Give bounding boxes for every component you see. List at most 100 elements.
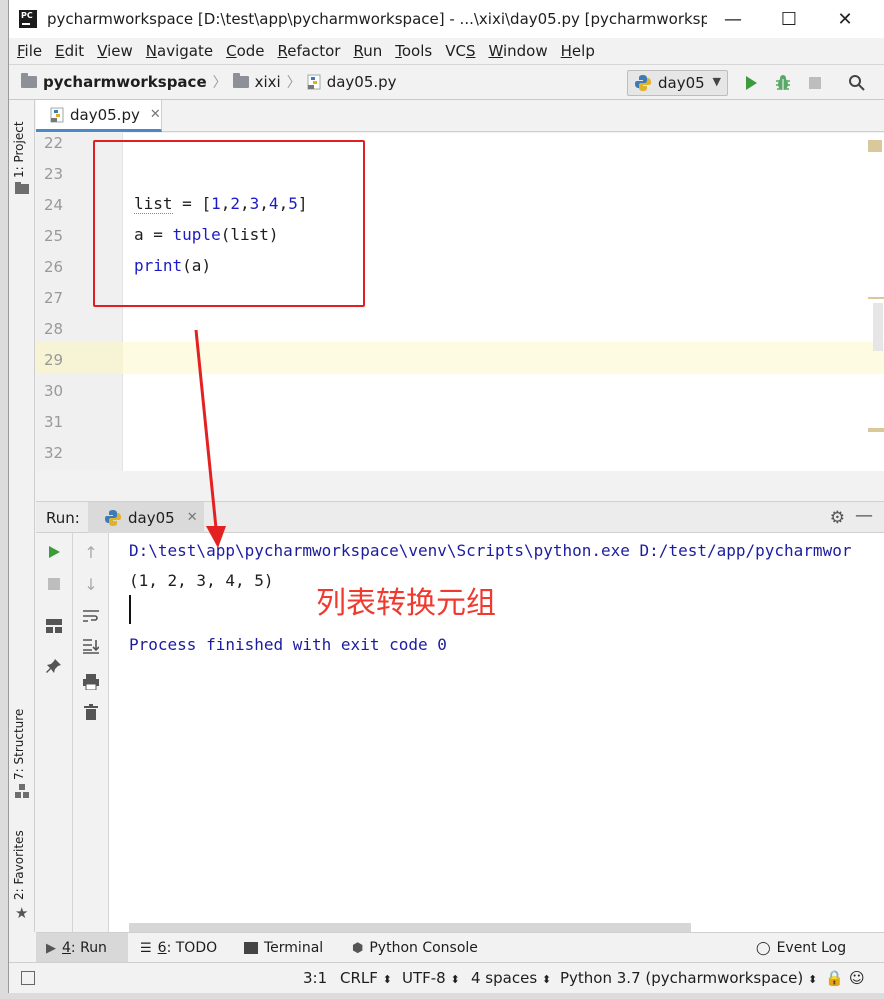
breadcrumb-folder[interactable]: xixi xyxy=(255,73,281,91)
rerun-button[interactable] xyxy=(45,543,63,561)
restore-layout-button[interactable] xyxy=(45,617,63,635)
run-toolbar-primary xyxy=(36,533,73,932)
status-line-separator[interactable]: CRLF ⬍ xyxy=(340,969,392,987)
status-encoding[interactable]: UTF-8 ⬍ xyxy=(402,969,460,987)
minimize-button[interactable]: — xyxy=(705,0,761,38)
bug-icon xyxy=(776,75,790,90)
star-icon: ★ xyxy=(15,904,29,922)
menu-file[interactable]: File xyxy=(17,42,42,60)
structure-tool-tab[interactable]: 7: Structure xyxy=(12,709,26,780)
run-button[interactable] xyxy=(741,73,761,93)
line-number: 29 xyxy=(44,351,64,369)
code-editor[interactable]: 22 23 24 25 26 27 28 29 30 31 32 list = … xyxy=(36,133,884,471)
status-bar: 3:1 CRLF ⬍ UTF-8 ⬍ 4 spaces ⬍ Python 3.7… xyxy=(9,962,884,993)
toggle-tool-windows-icon[interactable] xyxy=(21,971,35,985)
menu-navigate[interactable]: Navigate xyxy=(146,42,213,60)
lock-icon[interactable]: 🔒 xyxy=(825,969,844,987)
stop-icon xyxy=(48,578,60,590)
run-toolbar-secondary: ↑ ↓ xyxy=(73,533,109,932)
soft-wrap-icon[interactable] xyxy=(82,607,100,625)
navigation-bar: pycharmworkspace 〉 xixi 〉 day05.py day05… xyxy=(9,64,884,100)
up-arrow-icon[interactable]: ↑ xyxy=(82,543,100,562)
line-number: 25 xyxy=(44,227,64,245)
scroll-to-end-icon[interactable] xyxy=(82,637,100,655)
run-tool-window-header: Run: day05 ✕ ⚙ — xyxy=(36,501,884,533)
breadcrumb-separator-icon: 〉 xyxy=(286,75,301,91)
project-tool-tab[interactable]: 1: Project xyxy=(12,121,26,178)
run-configuration-select[interactable]: day05 ▼ xyxy=(627,70,728,96)
run-tab-day05[interactable]: day05 ✕ xyxy=(88,502,204,533)
breadcrumb-project[interactable]: pycharmworkspace xyxy=(43,73,207,91)
tool-tab-run[interactable]: ▶ 4: Run xyxy=(36,933,128,963)
maximize-button[interactable]: ☐ xyxy=(761,0,817,38)
line-number: 28 xyxy=(44,320,64,338)
editor-run-splitter[interactable] xyxy=(36,471,884,501)
menu-view[interactable]: View xyxy=(97,42,133,60)
chevron-down-icon: ▼ xyxy=(712,75,721,88)
menu-edit[interactable]: Edit xyxy=(55,42,84,60)
pin-tab-button[interactable] xyxy=(45,657,63,675)
title-bar: PC pycharmworkspace [D:\test\app\pycharm… xyxy=(9,0,884,38)
annotation-label: 列表转换元组 xyxy=(316,586,496,621)
inspector-icon[interactable]: ☺ xyxy=(849,969,865,987)
pin-icon xyxy=(46,659,61,673)
folder-icon xyxy=(232,73,249,88)
close-tab-icon[interactable]: ✕ xyxy=(187,510,198,525)
tool-tab-event-log[interactable]: ◯ Event Log xyxy=(756,933,846,963)
menu-code[interactable]: Code xyxy=(226,42,264,60)
line-number: 27 xyxy=(44,289,64,307)
menu-run[interactable]: Run xyxy=(353,42,382,60)
search-icon xyxy=(849,75,865,91)
editor-tab-day05[interactable]: day05.py ✕ xyxy=(36,100,162,132)
python-icon xyxy=(105,509,121,526)
stop-icon xyxy=(809,77,821,89)
gear-icon[interactable]: ⚙ xyxy=(830,508,845,528)
editor-vertical-scrollbar[interactable] xyxy=(873,303,883,351)
debug-button[interactable] xyxy=(773,73,793,93)
left-tool-strip: 1: Project 7: Structure 2: Favorites ★ xyxy=(9,100,35,932)
terminal-icon xyxy=(244,942,258,954)
line-number: 30 xyxy=(44,382,64,400)
line-number: 22 xyxy=(44,134,64,152)
editor-tab-label: day05.py xyxy=(70,105,140,124)
line-number: 26 xyxy=(44,258,64,276)
search-everywhere-button[interactable] xyxy=(847,73,867,93)
python-icon: ⬢ xyxy=(352,940,364,956)
menu-refactor[interactable]: Refactor xyxy=(278,42,341,60)
down-arrow-icon[interactable]: ↓ xyxy=(82,575,100,594)
project-folder-icon xyxy=(21,73,37,88)
breadcrumb-file[interactable]: day05.py xyxy=(327,73,397,91)
close-button[interactable]: ✕ xyxy=(817,0,873,38)
close-tab-icon[interactable]: ✕ xyxy=(150,107,161,122)
menu-tools[interactable]: Tools xyxy=(395,42,432,60)
run-title: Run: xyxy=(46,509,80,527)
list-icon: ☰ xyxy=(140,940,152,956)
error-stripe-marker xyxy=(868,297,884,299)
run-configuration-label: day05 xyxy=(658,74,705,92)
stop-button[interactable] xyxy=(805,73,825,93)
favorites-tool-tab[interactable]: 2: Favorites xyxy=(12,830,26,900)
stop-button[interactable] xyxy=(45,575,63,593)
console-horizontal-scrollbar[interactable] xyxy=(129,923,691,932)
trash-icon[interactable] xyxy=(82,703,100,721)
project-icon xyxy=(15,182,29,194)
menu-bar: File Edit View Navigate Code Refactor Ru… xyxy=(9,38,884,64)
hide-panel-icon[interactable]: — xyxy=(855,505,873,526)
tool-tab-terminal[interactable]: Terminal xyxy=(244,933,323,963)
tool-tab-todo[interactable]: ☰ 6: TODO xyxy=(140,933,217,963)
code-highlight-box xyxy=(93,140,365,307)
error-stripe-marker xyxy=(868,140,882,152)
window-title: pycharmworkspace [D:\test\app\pycharmwor… xyxy=(47,10,707,28)
menu-vcs[interactable]: VCS xyxy=(445,42,475,60)
run-console[interactable]: D:\test\app\pycharmworkspace\venv\Script… xyxy=(109,533,884,932)
status-indent[interactable]: 4 spaces ⬍ xyxy=(471,969,551,987)
print-icon[interactable] xyxy=(82,673,100,691)
tool-tab-python-console[interactable]: ⬢ Python Console xyxy=(352,933,478,963)
structure-icon xyxy=(15,784,29,798)
menu-help[interactable]: Help xyxy=(561,42,595,60)
python-file-icon xyxy=(307,74,321,90)
status-interpreter[interactable]: Python 3.7 (pycharmworkspace) ⬍ xyxy=(560,969,817,987)
ide-window: PC pycharmworkspace [D:\test\app\pycharm… xyxy=(8,0,884,993)
menu-window[interactable]: Window xyxy=(488,42,547,60)
status-caret-position[interactable]: 3:1 xyxy=(303,969,327,987)
